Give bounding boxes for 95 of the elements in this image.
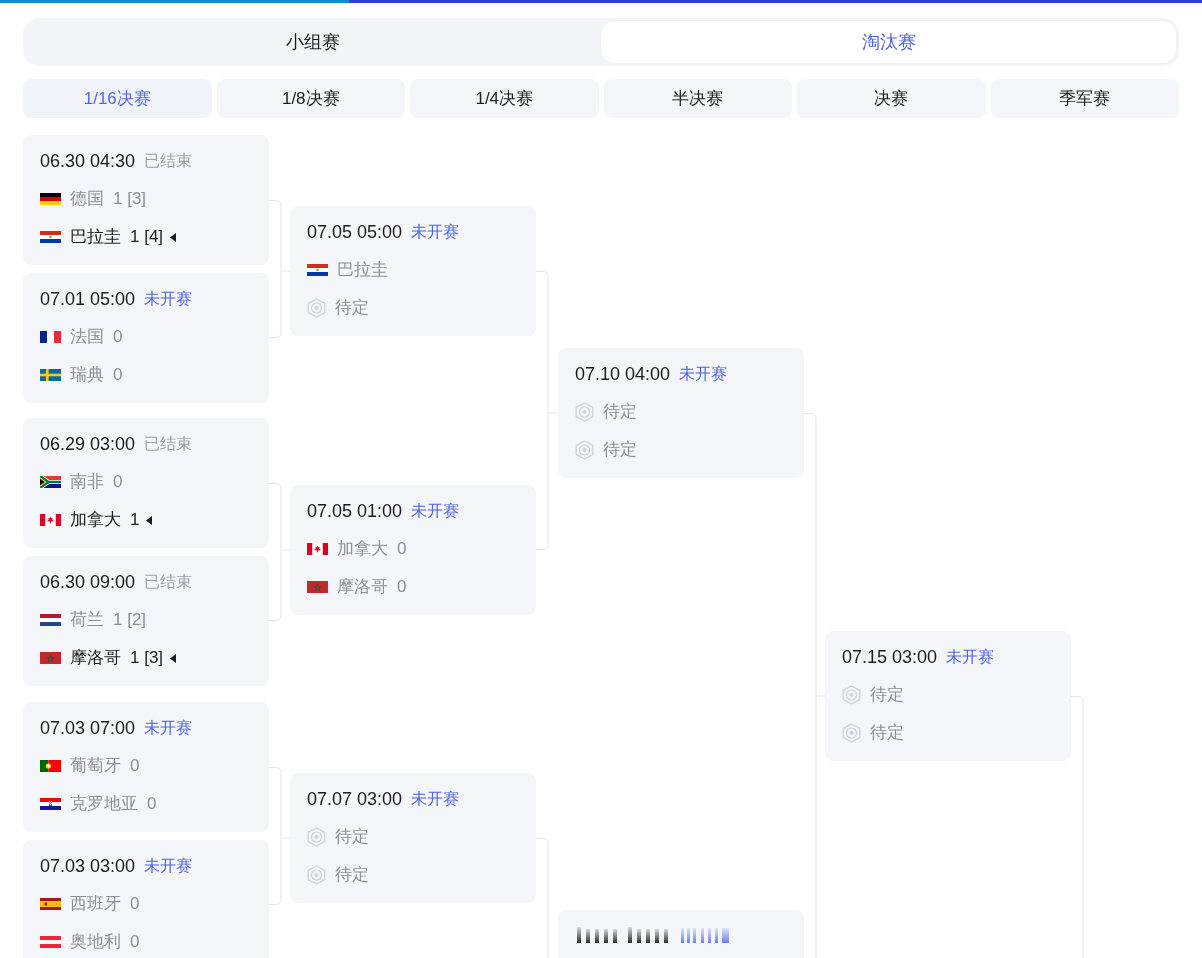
team-score: 0 — [397, 576, 407, 598]
team-name: 荷兰 — [70, 609, 104, 631]
team-score: 0 — [130, 755, 140, 777]
team-score: 0 — [113, 471, 123, 493]
winner-marker-icon — [146, 515, 153, 525]
stage-tab[interactable]: 淘汰赛 — [600, 20, 1177, 64]
match-card[interactable]: 06.29 03:00 已结束 南非 0 加拿大 1 — [23, 418, 269, 548]
team-score: 0 — [130, 893, 140, 915]
team-name: 葡萄牙 — [70, 755, 121, 777]
match-status: 已结束 — [144, 572, 193, 592]
flag-icon — [40, 476, 61, 488]
round-tab[interactable]: 决赛 — [797, 79, 986, 118]
team-name: 待定 — [603, 401, 637, 423]
flag-icon — [40, 331, 61, 343]
match-card[interactable]: 06.30 09:00 已结束 荷兰 1 [2] 摩洛哥 1 [3] — [23, 556, 269, 686]
team-score: 0 — [113, 326, 123, 348]
match-time: 07.15 03:00 — [842, 646, 938, 668]
flag-icon — [307, 543, 328, 555]
match-card[interactable]: 07.07 03:00 未开赛 待定 待定 — [290, 773, 536, 903]
match-status: 未开赛 — [946, 647, 995, 667]
flag-icon — [307, 581, 328, 593]
match-status: 未开赛 — [411, 501, 460, 521]
match-card[interactable]: 07.05 01:00 未开赛 加拿大 0 摩洛哥 0 — [290, 485, 536, 615]
team-score: 1 — [130, 509, 140, 531]
team-name: 待定 — [335, 826, 369, 848]
match-status: 未开赛 — [144, 289, 193, 309]
match-card[interactable]: 07.10 04:00 未开赛 待定 待定 — [558, 348, 804, 478]
match-time: 07.05 05:00 — [307, 221, 403, 243]
flag-icon — [40, 193, 61, 205]
team-name: 南非 — [70, 471, 104, 493]
team-name: 摩洛哥 — [70, 647, 121, 669]
match-status: 已结束 — [144, 151, 193, 171]
match-status: 未开赛 — [144, 856, 193, 876]
team-name: 加拿大 — [337, 538, 388, 560]
stage-tab[interactable]: 小组赛 — [25, 20, 600, 64]
flag-icon — [307, 264, 328, 276]
match-time: 07.03 03:00 — [40, 855, 136, 877]
match-time: 06.30 09:00 — [40, 571, 136, 593]
round-tab[interactable]: 半决赛 — [603, 79, 792, 118]
team-name: 待定 — [603, 439, 637, 461]
team-name: 德国 — [70, 188, 104, 210]
match-time: 07.05 01:00 — [307, 500, 403, 522]
match-status: 未开赛 — [679, 364, 728, 384]
team-name: 待定 — [335, 297, 369, 319]
match-status: 未开赛 — [411, 222, 460, 242]
match-time: 07.01 05:00 — [40, 288, 136, 310]
team-name: 奥地利 — [70, 931, 121, 953]
team-score: 0 — [113, 364, 123, 386]
flag-icon — [40, 614, 61, 626]
team-name: 摩洛哥 — [337, 576, 388, 598]
flag-icon — [40, 760, 61, 772]
match-card[interactable]: 07.01 05:00 未开赛 法国 0 瑞典 0 — [23, 273, 269, 403]
team-name: 西班牙 — [70, 893, 121, 915]
flag-icon — [40, 798, 61, 810]
team-name: 巴拉圭 — [337, 259, 388, 281]
team-name: 待定 — [870, 722, 904, 744]
team-name: 待定 — [335, 864, 369, 886]
round-tab[interactable]: 季军赛 — [990, 79, 1179, 118]
match-status: 未开赛 — [144, 718, 193, 738]
match-card[interactable]: 06.30 04:30 已结束 德国 1 [3] 巴拉圭 1 [4] — [23, 135, 269, 265]
winner-marker-icon — [170, 653, 177, 663]
team-name: 巴拉圭 — [70, 226, 121, 248]
winner-marker-icon — [170, 232, 177, 242]
match-card[interactable]: 07.03 07:00 未开赛 葡萄牙 0 克罗地亚 0 — [23, 702, 269, 832]
team-name: 瑞典 — [70, 364, 104, 386]
team-name: 法国 — [70, 326, 104, 348]
flag-icon — [40, 514, 61, 526]
match-card[interactable]: 07.05 05:00 未开赛 巴拉圭 待定 — [290, 206, 536, 336]
team-score: 1 [2] — [113, 609, 147, 631]
match-card[interactable]: 07.03 03:00 未开赛 西班牙 0 奥地利 0 — [23, 840, 269, 958]
team-score: 1 [4] — [130, 226, 164, 248]
team-score: 0 — [130, 931, 140, 953]
round-tab[interactable]: 1/16决赛 — [23, 79, 212, 118]
team-name: 克罗地亚 — [70, 793, 138, 815]
match-time: 06.29 03:00 — [40, 433, 136, 455]
flag-icon — [40, 231, 61, 243]
match-time: 07.03 07:00 — [40, 717, 136, 739]
match-time: 06.30 04:30 — [40, 150, 136, 172]
team-score: 1 [3] — [113, 188, 147, 210]
round-tab[interactable]: 1/8决赛 — [216, 79, 405, 118]
match-status: 未开赛 — [411, 789, 460, 809]
team-score: 0 — [397, 538, 407, 560]
team-score: 0 — [147, 793, 157, 815]
team-score: 1 [3] — [130, 647, 164, 669]
match-card[interactable]: 07.15 03:00 未开赛 待定 待定 — [825, 631, 1071, 761]
team-name: 加拿大 — [70, 509, 121, 531]
team-name: 待定 — [870, 684, 904, 706]
flag-icon — [40, 652, 61, 664]
match-status: 已结束 — [144, 434, 193, 454]
flag-icon — [40, 369, 61, 381]
round-tab[interactable]: 1/4决赛 — [410, 79, 599, 118]
match-time: 07.07 03:00 — [307, 788, 403, 810]
match-time: 07.10 04:00 — [575, 363, 671, 385]
flag-icon — [40, 936, 61, 948]
flag-icon — [40, 898, 61, 910]
